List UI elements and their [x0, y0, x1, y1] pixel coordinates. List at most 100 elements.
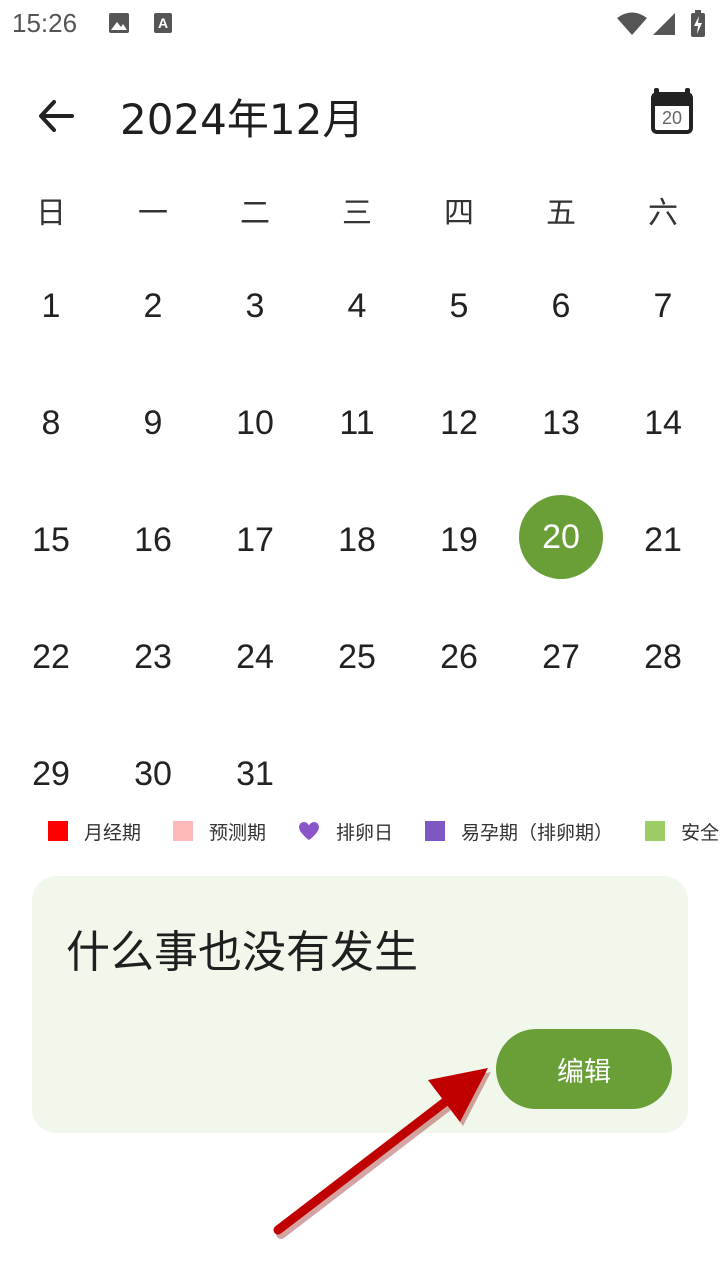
calendar-day[interactable]: 13 — [510, 363, 612, 480]
day-number: 13 — [542, 403, 580, 442]
calendar-day[interactable]: 4 — [306, 246, 408, 363]
event-text: 什么事也没有发生 — [66, 927, 418, 978]
app-header: 2024年12月 20 — [0, 70, 720, 160]
day-number: 17 — [236, 520, 274, 559]
calendar-day-empty — [612, 714, 714, 831]
calendar-day[interactable]: 31 — [204, 714, 306, 831]
calendar-day[interactable]: 17 — [204, 480, 306, 597]
heart-icon — [299, 822, 320, 840]
calendar-day[interactable]: 21 — [612, 480, 714, 597]
calendar-week: 8 9 10 11 12 13 14 — [0, 363, 720, 480]
calendar-day-empty — [306, 714, 408, 831]
day-number: 1 — [41, 286, 61, 325]
annotation-arrow-icon — [273, 1068, 491, 1239]
weekday-label: 五 — [546, 196, 576, 231]
calendar-day[interactable]: 22 — [0, 597, 102, 714]
edit-button[interactable]: 编辑 — [496, 1029, 672, 1109]
legend-label: 易孕期（排卵期） — [461, 821, 614, 844]
day-number: 27 — [542, 637, 580, 676]
calendar-day[interactable]: 6 — [510, 246, 612, 363]
calendar-day[interactable]: 28 — [612, 597, 714, 714]
calendar-day[interactable]: 27 — [510, 597, 612, 714]
page-title[interactable]: 2024年12月 — [120, 86, 364, 147]
day-number: 2 — [143, 286, 163, 325]
calendar-day[interactable]: 12 — [408, 363, 510, 480]
calendar-grid: 1 2 3 4 5 6 7 8 9 10 11 12 13 14 15 16 1… — [0, 246, 720, 831]
calendar-day[interactable]: 29 — [0, 714, 102, 831]
day-number: 20 — [519, 495, 603, 579]
calendar-day[interactable]: 2 — [102, 246, 204, 363]
legend-item-ovulation-day: 排卵日 — [298, 818, 393, 845]
legend-label: 安全期 — [681, 821, 720, 844]
svg-text:A: A — [158, 15, 168, 31]
day-number: 7 — [653, 286, 673, 325]
calendar-day[interactable]: 3 — [204, 246, 306, 363]
day-number: 12 — [440, 403, 478, 442]
weekday-label: 二 — [240, 196, 270, 231]
calendar-day[interactable]: 25 — [306, 597, 408, 714]
day-number: 29 — [32, 754, 70, 793]
legend-swatch — [48, 821, 68, 841]
calendar-day[interactable]: 18 — [306, 480, 408, 597]
calendar-day[interactable]: 15 — [0, 480, 102, 597]
day-number: 24 — [236, 637, 274, 676]
day-number: 5 — [449, 286, 469, 325]
day-number: 25 — [338, 637, 376, 676]
calendar-day[interactable]: 11 — [306, 363, 408, 480]
calendar-day[interactable]: 10 — [204, 363, 306, 480]
keyboard-a-icon: A — [154, 13, 172, 33]
weekday-label: 六 — [648, 196, 678, 231]
day-number: 21 — [644, 520, 682, 559]
day-number: 8 — [41, 403, 61, 442]
calendar-day[interactable]: 26 — [408, 597, 510, 714]
day-number: 16 — [134, 520, 172, 559]
calendar-day[interactable]: 9 — [102, 363, 204, 480]
day-number: 10 — [236, 403, 274, 442]
legend-label: 月经期 — [84, 821, 142, 844]
legend-swatch — [645, 821, 666, 841]
calendar-day-selected[interactable]: 20 — [510, 480, 612, 597]
calendar-day[interactable]: 1 — [0, 246, 102, 363]
signal-icon — [653, 13, 675, 35]
calendar-day[interactable]: 7 — [612, 246, 714, 363]
calendar-day[interactable]: 5 — [408, 246, 510, 363]
day-number: 31 — [236, 754, 274, 793]
day-number — [315, 732, 399, 816]
calendar-week: 15 16 17 18 19 20 21 — [0, 480, 720, 597]
calendar-day[interactable]: 8 — [0, 363, 102, 480]
day-number: 14 — [644, 403, 682, 442]
weekday-label: 一 — [138, 196, 168, 231]
calendar-day[interactable]: 14 — [612, 363, 714, 480]
legend: 月经期 预测期 排卵日 易孕期（排卵期） 安全期 — [48, 816, 720, 846]
calendar-day[interactable]: 24 — [204, 597, 306, 714]
today-button[interactable]: 20 — [644, 86, 700, 146]
calendar-week: 1 2 3 4 5 6 7 — [0, 246, 720, 363]
legend-item-fertile: 易孕期（排卵期） — [425, 818, 613, 845]
calendar-day[interactable]: 19 — [408, 480, 510, 597]
day-number — [519, 732, 603, 816]
calendar-day-empty — [408, 714, 510, 831]
day-number: 26 — [440, 637, 478, 676]
weekday-label: 四 — [444, 196, 474, 231]
calendar-day[interactable]: 30 — [102, 714, 204, 831]
back-arrow-icon — [39, 100, 74, 132]
calendar-day-empty — [510, 714, 612, 831]
image-icon — [109, 13, 129, 33]
day-number: 6 — [551, 286, 571, 325]
back-button[interactable] — [28, 88, 84, 144]
legend-swatch — [425, 821, 446, 841]
legend-label: 预测期 — [209, 821, 267, 844]
calendar-week: 29 30 31 — [0, 714, 720, 831]
status-time: 15:26 — [12, 8, 78, 38]
day-number: 18 — [338, 520, 376, 559]
legend-label: 排卵日 — [336, 821, 394, 844]
day-number: 22 — [32, 637, 70, 676]
day-number: 28 — [644, 637, 682, 676]
weekday-header: 日 一 二 三 四 五 六 — [0, 188, 720, 232]
legend-item-safe: 安全期 — [645, 818, 720, 845]
calendar-day[interactable]: 23 — [102, 597, 204, 714]
wifi-icon — [617, 12, 647, 35]
day-number: 23 — [134, 637, 172, 676]
calendar-day[interactable]: 16 — [102, 480, 204, 597]
calendar-week: 22 23 24 25 26 27 28 — [0, 597, 720, 714]
